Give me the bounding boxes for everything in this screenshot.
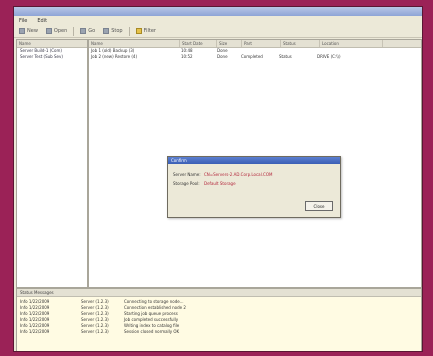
play-icon bbox=[80, 28, 87, 34]
toolbar: New Open Go Stop Filter bbox=[14, 25, 422, 38]
log-row: Info 1/22/2009 Server (1.2.3) Session clos… bbox=[17, 329, 421, 335]
server-name-label: Server Name: bbox=[173, 172, 201, 177]
filter-icon bbox=[135, 28, 142, 34]
tree-item-server-2[interactable]: Server Test (Sub Sev) bbox=[17, 54, 87, 60]
toolbar-separator bbox=[73, 26, 75, 36]
new-icon bbox=[19, 28, 25, 34]
log-time: Info 1/22/2009 bbox=[20, 329, 50, 334]
cell-location: DRIVE (C:\\) bbox=[317, 54, 341, 59]
run-button[interactable]: Go bbox=[78, 27, 97, 35]
cell-name: Job 2 (new) Restore (4) bbox=[91, 54, 138, 59]
col-start[interactable]: Start Date bbox=[180, 40, 217, 47]
col-name[interactable]: Name bbox=[89, 40, 180, 47]
col-status[interactable]: Status bbox=[281, 40, 320, 47]
new-button[interactable]: New bbox=[17, 27, 40, 35]
cell-size: Done bbox=[217, 54, 228, 59]
stop-icon bbox=[103, 28, 110, 34]
confirm-dialog: Confirm Server Name: CN=Servers-2.AD.Cor… bbox=[167, 156, 341, 218]
server-tree: Server Build-1 (Com) Server Test (Sub Se… bbox=[17, 48, 87, 60]
dialog-title: Confirm bbox=[168, 157, 340, 164]
log-list: Info 1/22/2009 Server (1.2.3) Connecting t… bbox=[17, 297, 421, 351]
open-icon bbox=[45, 28, 52, 34]
menu-bar: File Edit bbox=[14, 16, 422, 25]
cell-status: Status bbox=[279, 54, 292, 59]
filter-button[interactable]: Filter bbox=[134, 27, 158, 35]
table-header: Name Start Date Size Part Status Locatio… bbox=[89, 40, 421, 48]
menu-edit[interactable]: Edit bbox=[37, 18, 47, 24]
log-pane: Status Messages Info 1/22/2009 Server (1.… bbox=[16, 288, 422, 351]
log-source: Server (1.2.3) bbox=[81, 329, 109, 334]
log-title: Status Messages bbox=[17, 289, 421, 297]
stop-button[interactable]: Stop bbox=[101, 27, 124, 35]
tree-pane: Name Server Build-1 (Com) Server Test (S… bbox=[16, 39, 88, 288]
toolbar-separator bbox=[128, 26, 130, 36]
server-name-value: CN=Servers-2.AD.Corp.Local.COM bbox=[204, 172, 273, 177]
col-part[interactable]: Part bbox=[242, 40, 281, 47]
close-button[interactable]: Close bbox=[305, 201, 333, 211]
storage-pool-label: Storage Pool: bbox=[173, 181, 200, 186]
app-window: File Edit New Open Go Stop Filter Name S… bbox=[13, 6, 423, 352]
tree-header[interactable]: Name bbox=[17, 40, 87, 48]
log-message: Session closed normally OK bbox=[124, 329, 180, 334]
col-location[interactable]: Location bbox=[320, 40, 383, 47]
title-bar bbox=[14, 7, 422, 16]
open-button[interactable]: Open bbox=[44, 27, 69, 35]
cell-part: Completed bbox=[241, 54, 263, 59]
cell-start: 10:52 bbox=[181, 54, 193, 59]
menu-file[interactable]: File bbox=[19, 18, 27, 24]
col-size[interactable]: Size bbox=[217, 40, 242, 47]
table-row[interactable]: Job 2 (new) Restore (4) 10:52 Done Compl… bbox=[89, 54, 421, 60]
storage-pool-value: Default Storage bbox=[204, 181, 236, 186]
